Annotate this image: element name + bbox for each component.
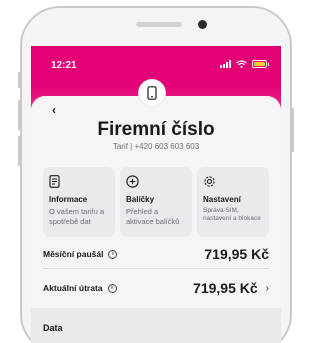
monthly-fee-value: 719,95 Kč [204,246,269,262]
current-spend-value: 719,95 Kč [193,280,258,296]
tile-informace[interactable]: Informace O vašem tarifu a spotřebě dat [43,167,115,237]
volume-down-button [18,136,21,166]
info-icon[interactable]: i [108,249,118,259]
status-time: 12:21 [51,60,77,71]
tile-description: O vašem tarifu a spotřebě dat [49,207,105,226]
document-icon [49,175,109,189]
tile-title: Nastavení [203,195,241,204]
tile-description: Přehled a aktivace balíčků [126,207,180,226]
mute-switch [18,72,21,88]
tile-nastaveni[interactable]: Nastavení Správa SIM, nastavení a blokac… [197,167,269,237]
smartphone-icon [138,79,166,107]
phone-frame: 12:21 ‹ Firemní číslo Tarif | +420 603 6… [18,6,294,343]
plus-circle-icon [126,175,186,189]
power-button [291,108,294,152]
data-section: Data [31,308,281,343]
action-tiles: Informace O vašem tarifu a spotřebě dat … [43,167,269,237]
front-camera [198,20,207,29]
monthly-fee-label: Měsíční paušál [43,249,104,259]
tile-title: Informace [49,195,88,204]
battery-icon [252,60,269,68]
monthly-fee-row: Měsíční paušál i 719,95 Kč [43,246,269,262]
speaker-grille [136,22,182,27]
tile-balicky[interactable]: Balíčky Přehled a aktivace balíčků [120,167,192,237]
page-subtitle: Tarif | +420 603 603 603 [112,142,200,151]
data-section-title: Data [43,323,63,333]
back-arrow-icon[interactable]: ‹ [52,103,56,117]
divider [43,268,269,269]
signal-icon [220,60,231,68]
tile-description: Správa SIM, nastavení a blokace [203,207,261,223]
volume-up-button [18,100,21,130]
tile-title: Balíčky [126,195,155,204]
current-spend-row[interactable]: Aktuální útrata i 719,95 Kč › [43,280,269,296]
info-icon[interactable]: i [107,283,117,293]
chevron-right-icon[interactable]: › [266,283,269,294]
wifi-icon [236,60,247,68]
screen: 12:21 ‹ Firemní číslo Tarif | +420 603 6… [31,46,281,343]
gear-icon [203,175,263,189]
current-spend-label: Aktuální útrata [43,283,103,293]
status-icons [220,60,269,68]
page-title: Firemní číslo [97,119,215,140]
